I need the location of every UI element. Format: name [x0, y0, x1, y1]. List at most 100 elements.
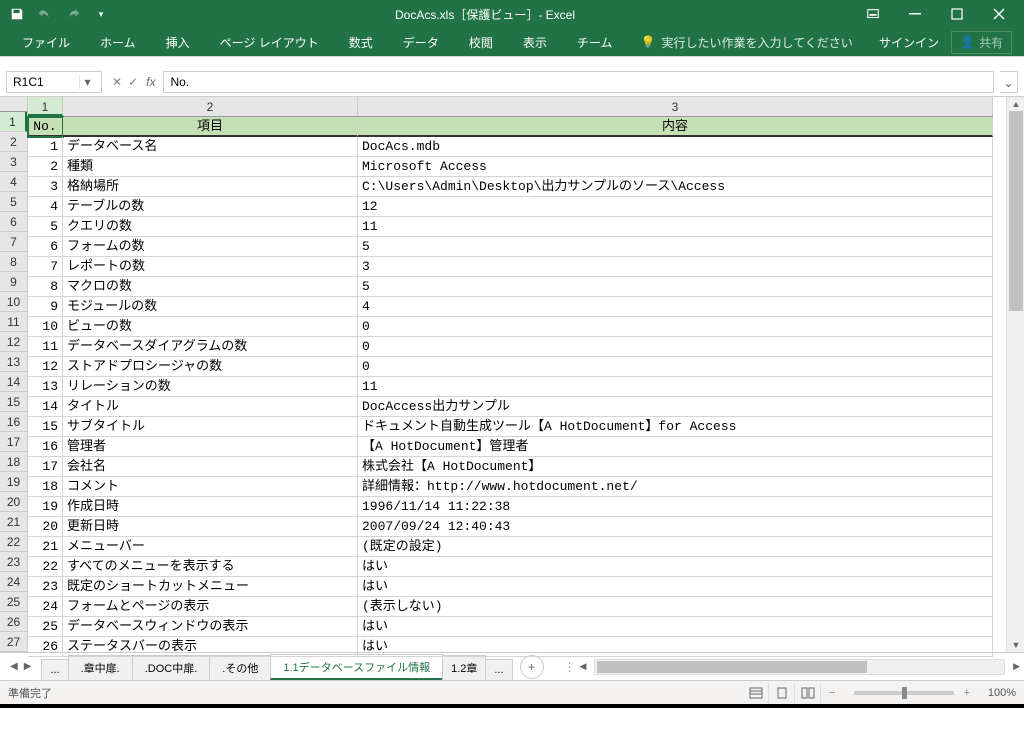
row-header[interactable]: 11 — [0, 312, 27, 332]
sheet-tab-chapter[interactable]: .章中扉. — [68, 655, 133, 680]
cell-value[interactable]: DocAccess出力サンプル — [358, 397, 993, 417]
row-header[interactable]: 17 — [0, 432, 27, 452]
sheet-tab-active[interactable]: 1.1データベースファイル情報 — [270, 654, 443, 680]
new-sheet-button[interactable]: + — [520, 655, 544, 679]
cell-no[interactable]: 23 — [28, 577, 63, 597]
col-header-1[interactable]: 1 — [28, 97, 63, 116]
cell-value[interactable]: 株式会社【A HotDocument】 — [358, 457, 993, 477]
zoom-percent[interactable]: 100% — [976, 687, 1016, 699]
row-header[interactable]: 6 — [0, 212, 27, 232]
tab-file[interactable]: ファイル — [8, 30, 84, 55]
row-header[interactable]: 13 — [0, 352, 27, 372]
chevron-down-icon[interactable]: ▾ — [79, 75, 95, 89]
cell-value[interactable]: 4 — [358, 297, 993, 317]
cell-no[interactable]: 13 — [28, 377, 63, 397]
sheet-tab-doc[interactable]: .DOC中扉. — [132, 655, 211, 680]
cell-value[interactable]: 11 — [358, 217, 993, 237]
cell-no[interactable]: 5 — [28, 217, 63, 237]
row-header[interactable]: 25 — [0, 592, 27, 612]
cell-no[interactable]: 24 — [28, 597, 63, 617]
row-header[interactable]: 10 — [0, 292, 27, 312]
row-header[interactable]: 23 — [0, 552, 27, 572]
sheet-tab-other[interactable]: .その他 — [209, 655, 271, 680]
zoom-handle[interactable] — [902, 687, 907, 699]
row-header[interactable]: 2 — [0, 132, 27, 152]
cell-no[interactable]: 10 — [28, 317, 63, 337]
qat-customize-icon[interactable]: ▾ — [88, 2, 114, 26]
cell-no[interactable]: 18 — [28, 477, 63, 497]
row-header[interactable]: 27 — [0, 632, 27, 652]
cancel-formula-icon[interactable]: ✕ — [112, 75, 122, 89]
hscroll-right-icon[interactable]: ▶ — [1009, 661, 1024, 672]
cell-value[interactable]: 0 — [358, 357, 993, 377]
cell-item[interactable]: データベースダイアグラムの数 — [63, 337, 358, 357]
tab-nav-next-icon[interactable]: ▶ — [22, 659, 34, 674]
tab-nav-prev-icon[interactable]: ◀ — [8, 659, 20, 674]
sheet-tab-more-left[interactable]: ... — [41, 659, 68, 680]
signin-link[interactable]: サインイン — [879, 34, 939, 51]
cell-value[interactable]: 0 — [358, 337, 993, 357]
cell-no[interactable]: 19 — [28, 497, 63, 517]
tab-view[interactable]: 表示 — [509, 30, 561, 55]
cell-no[interactable]: 26 — [28, 637, 63, 657]
cell-no[interactable]: 8 — [28, 277, 63, 297]
cell-value[interactable]: はい — [358, 577, 993, 597]
scroll-thumb-h[interactable] — [597, 661, 867, 673]
cell-item[interactable]: データベースウィンドウの表示 — [63, 617, 358, 637]
cell-value[interactable]: 【A HotDocument】管理者 — [358, 437, 993, 457]
cell-no[interactable]: 22 — [28, 557, 63, 577]
row-header[interactable]: 16 — [0, 412, 27, 432]
header-cell[interactable]: 項目 — [63, 117, 358, 137]
row-header[interactable]: 7 — [0, 232, 27, 252]
cell-value[interactable]: 詳細情報：http://www.hotdocument.net/ — [358, 477, 993, 497]
tab-pagelayout[interactable]: ページ レイアウト — [206, 30, 333, 55]
cell-no[interactable]: 2 — [28, 157, 63, 177]
row-header[interactable]: 14 — [0, 372, 27, 392]
cell-no[interactable]: 25 — [28, 617, 63, 637]
cell-value[interactable]: ドキュメント自動生成ツール【A HotDocument】for Access — [358, 417, 993, 437]
row-header[interactable]: 15 — [0, 392, 27, 412]
row-header[interactable]: 18 — [0, 452, 27, 472]
cell-item[interactable]: フォームの数 — [63, 237, 358, 257]
tell-me-search[interactable]: 💡 実行したい作業を入力してください — [640, 34, 852, 51]
row-header[interactable]: 3 — [0, 152, 27, 172]
tab-review[interactable]: 校閲 — [455, 30, 507, 55]
scroll-down-icon[interactable]: ▼ — [1007, 638, 1024, 652]
row-header[interactable]: 9 — [0, 272, 27, 292]
row-header[interactable]: 21 — [0, 512, 27, 532]
cell-item[interactable]: ビューの数 — [63, 317, 358, 337]
cell-value[interactable]: 5 — [358, 277, 993, 297]
select-all-corner[interactable] — [0, 97, 28, 112]
cell-no[interactable]: 7 — [28, 257, 63, 277]
cell-value[interactable]: 5 — [358, 237, 993, 257]
normal-view-icon[interactable] — [743, 683, 769, 703]
cell-item[interactable]: コメント — [63, 477, 358, 497]
tab-home[interactable]: ホーム — [86, 30, 150, 55]
cell-no[interactable]: 1 — [28, 137, 63, 157]
tab-formulas[interactable]: 数式 — [335, 30, 387, 55]
cell-value[interactable]: 0 — [358, 317, 993, 337]
cell-no[interactable]: 15 — [28, 417, 63, 437]
zoom-out-button[interactable]: − — [829, 687, 835, 699]
cell-item[interactable]: 管理者 — [63, 437, 358, 457]
cell-value[interactable]: (表示しない) — [358, 597, 993, 617]
cell-no[interactable]: 21 — [28, 537, 63, 557]
col-header-2[interactable]: 2 — [63, 97, 358, 116]
cell-value[interactable]: C:\Users\Admin\Desktop\出力サンプルのソース\Access — [358, 177, 993, 197]
minimize-icon[interactable] — [898, 2, 932, 26]
cell-value[interactable]: はい — [358, 617, 993, 637]
cell-item[interactable]: ステータスバーの表示 — [63, 637, 358, 657]
redo-icon[interactable] — [60, 2, 86, 26]
cell-item[interactable]: リレーションの数 — [63, 377, 358, 397]
row-header[interactable]: 12 — [0, 332, 27, 352]
zoom-slider[interactable] — [854, 691, 954, 695]
cell-item[interactable]: モジュールの数 — [63, 297, 358, 317]
row-header[interactable]: 4 — [0, 172, 27, 192]
tab-insert[interactable]: 挿入 — [152, 30, 204, 55]
cell-item[interactable]: マクロの数 — [63, 277, 358, 297]
row-header[interactable]: 19 — [0, 472, 27, 492]
cell-no[interactable]: 3 — [28, 177, 63, 197]
maximize-icon[interactable] — [940, 2, 974, 26]
page-layout-view-icon[interactable] — [769, 683, 795, 703]
cell-value[interactable]: DocAcs.mdb — [358, 137, 993, 157]
